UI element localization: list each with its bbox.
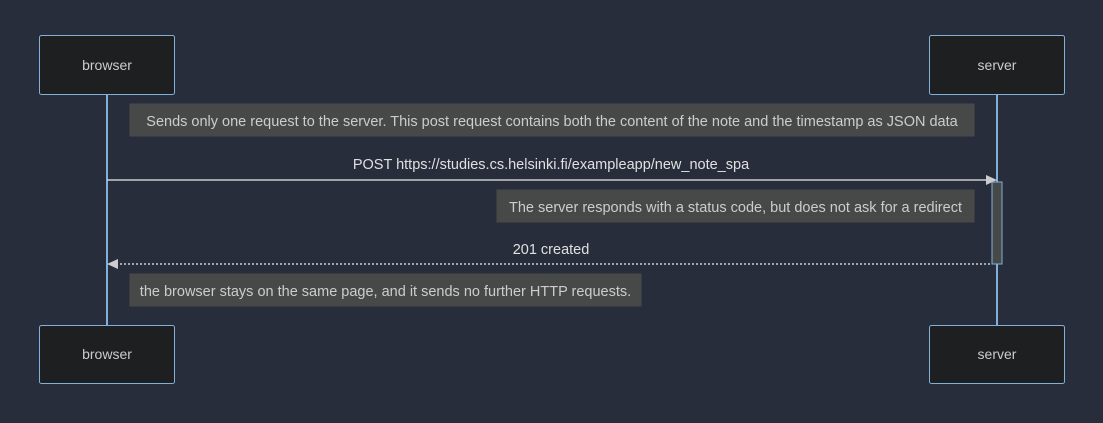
actor-browser-bottom: browser [39,325,175,384]
sequence-diagram: browser server Sends only one request to… [39,35,1065,384]
note-final: the browser stays on the same page, and … [129,273,642,307]
actor-server-top: server [929,35,1065,95]
actor-browser-top: browser [39,35,175,95]
message-response-arrowhead [107,259,118,269]
note-final-text: the browser stays on the same page, and … [140,284,631,300]
actor-browser-top-label: browser [82,57,132,73]
note-response: The server responds with a status code, … [496,189,975,223]
actor-server-top-label: server [978,57,1017,73]
note-request: Sends only one request to the server. Th… [129,103,975,137]
message-response-label: 201 created [513,242,590,258]
actor-browser-bottom-label: browser [82,346,132,362]
server-activation [991,181,1003,265]
note-request-text: Sends only one request to the server. Th… [146,114,958,130]
actor-server-bottom: server [929,325,1065,384]
note-response-text: The server responds with a status code, … [509,200,962,216]
actor-server-bottom-label: server [978,346,1017,362]
message-post-label: POST https://studies.cs.helsinki.fi/exam… [353,157,750,173]
